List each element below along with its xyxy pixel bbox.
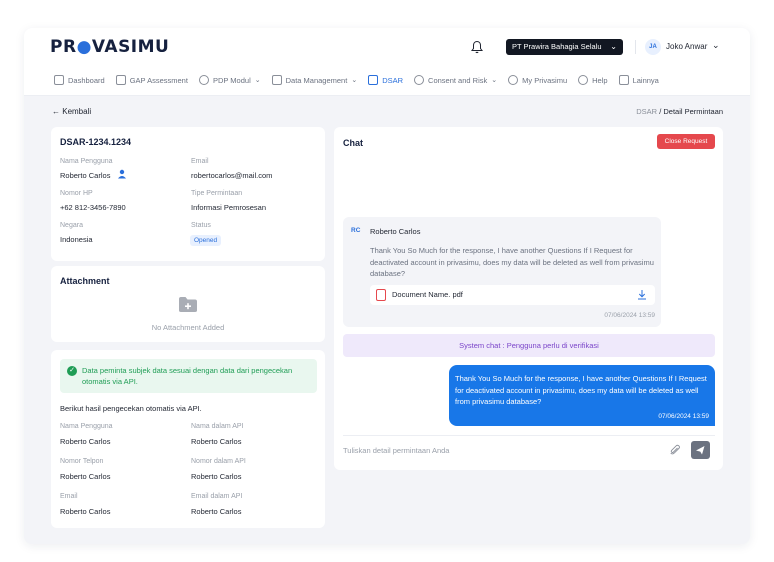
check-value: Roberto Carlos xyxy=(60,437,111,446)
breadcrumb-separator: / xyxy=(659,107,662,116)
info-icon xyxy=(414,75,425,85)
arrow-left-icon: ← xyxy=(52,107,60,116)
help-icon xyxy=(578,75,589,85)
nav-help[interactable]: Help xyxy=(578,73,608,87)
user-avatar[interactable]: JA xyxy=(645,39,661,55)
key-logo-icon: ● xyxy=(76,37,92,57)
header-divider xyxy=(635,40,636,54)
api-verification-card: ✓ Data peminta subjek data sesuai dengan… xyxy=(51,350,325,528)
no-attachment-text: No Attachment Added xyxy=(151,323,225,332)
incoming-message-text: Thank You So Much for the response, I ha… xyxy=(370,246,654,278)
app-window: PR●VASIMU PT Prawira Bahagia Selalu ⌄ JA… xyxy=(24,28,750,544)
gap-icon xyxy=(115,75,126,85)
email-label: Email xyxy=(191,158,209,165)
nav-gap-assessment[interactable]: GAP Assessment xyxy=(115,73,188,87)
check-value: Roberto Carlos xyxy=(60,472,111,481)
outgoing-message-text: Thank You So Much for the response, I ha… xyxy=(455,374,707,406)
dashboard-icon xyxy=(54,75,64,85)
check-api-label: Email dalam API xyxy=(191,493,243,500)
nav-my-privasimu[interactable]: My Privasimu xyxy=(508,73,567,87)
paperclip-icon[interactable] xyxy=(669,444,681,456)
sender-avatar: RC xyxy=(351,227,361,234)
breadcrumb-dsar[interactable]: DSAR xyxy=(636,107,657,116)
check-circle-icon: ✓ xyxy=(67,366,77,376)
user-name[interactable]: Joko Anwar xyxy=(666,42,707,51)
chat-title: Chat xyxy=(343,138,363,148)
nav-dashboard[interactable]: Dashboard xyxy=(54,73,105,87)
verification-success-alert: ✓ Data peminta subjek data sesuai dengan… xyxy=(60,359,317,393)
verification-intro: Berikut hasil pengecekan otomatis via AP… xyxy=(60,404,202,413)
send-button[interactable] xyxy=(691,441,710,459)
status-label: Status xyxy=(191,222,211,229)
country-value: Indonesia xyxy=(60,235,93,244)
phone-label: Nomor HP xyxy=(60,190,93,197)
close-request-button[interactable]: Close Request xyxy=(657,134,715,149)
check-label: Nama Pengguna xyxy=(60,423,113,430)
company-name: PT Prawira Bahagia Selalu xyxy=(512,42,602,51)
check-api-value: Roberto Carlos xyxy=(191,437,242,446)
chat-message-input[interactable] xyxy=(343,442,673,458)
check-api-value: Roberto Carlos xyxy=(191,507,242,516)
nav-pdp-modul[interactable]: PDP Modul ⌄ xyxy=(198,73,261,87)
system-chat-message: System chat : Pengguna perlu di verifika… xyxy=(343,334,715,357)
nav-consent-and-risk[interactable]: Consent and Risk ⌄ xyxy=(414,73,497,87)
message-attachment[interactable]: Document Name. pdf xyxy=(370,285,655,305)
main-nav: Dashboard GAP Assessment PDP Modul ⌄ Data… xyxy=(54,73,670,87)
back-link[interactable]: ← Kembali xyxy=(52,107,91,116)
id-card-icon xyxy=(368,75,379,85)
attachment-title: Attachment xyxy=(60,276,110,286)
send-icon xyxy=(696,446,705,455)
chat-composer xyxy=(343,435,715,463)
status-badge: Opened xyxy=(190,235,222,246)
outgoing-message: Thank You So Much for the response, I ha… xyxy=(449,365,715,426)
check-api-label: Nama dalam API xyxy=(191,423,244,430)
chevron-down-icon: ⌄ xyxy=(254,77,261,84)
request-id: DSAR-1234.1234 xyxy=(60,137,132,147)
user-menu-chevron-icon[interactable]: ⌄ xyxy=(712,40,720,51)
person-verified-icon xyxy=(118,169,126,179)
chevron-down-icon: ⌄ xyxy=(351,77,358,84)
breadcrumb-current: Detail Permintaan xyxy=(663,107,723,116)
folder-icon xyxy=(271,75,282,85)
type-value: Informasi Pemrosesan xyxy=(191,203,267,212)
incoming-message: RC Roberto Carlos Thank You So Much for … xyxy=(343,217,661,327)
country-label: Negara xyxy=(60,222,83,229)
nav-dsar[interactable]: DSAR xyxy=(368,73,403,87)
request-info-card: DSAR-1234.1234 Nama Pengguna Roberto Car… xyxy=(51,127,325,261)
chevron-down-icon: ⌄ xyxy=(491,77,498,84)
check-api-value: Roberto Carlos xyxy=(191,472,242,481)
privasimu-logo[interactable]: PR●VASIMU xyxy=(50,37,169,57)
company-selector[interactable]: PT Prawira Bahagia Selalu ⌄ xyxy=(506,39,623,55)
check-label: Nomor Telpon xyxy=(60,458,104,465)
email-value: robertocarlos@mail.com xyxy=(191,171,273,180)
nav-data-management[interactable]: Data Management ⌄ xyxy=(271,73,358,87)
pdf-file-icon xyxy=(376,289,386,301)
sender-name: Roberto Carlos xyxy=(370,227,421,236)
folder-add-icon xyxy=(179,297,197,312)
attachment-name: Document Name. pdf xyxy=(392,290,463,299)
chat-panel: Chat Close Request RC Roberto Carlos Tha… xyxy=(334,127,723,470)
nav-lainnya[interactable]: Lainnya xyxy=(618,73,659,87)
shield-icon xyxy=(198,75,209,85)
verification-notice: Data peminta subjek data sesuai dengan d… xyxy=(82,366,293,386)
name-value: Roberto Carlos xyxy=(60,171,111,180)
check-api-label: Nomor dalam API xyxy=(191,458,246,465)
download-icon[interactable] xyxy=(637,289,647,300)
outgoing-timestamp: 07/06/2024 13:59 xyxy=(658,413,709,420)
top-header: PR●VASIMU PT Prawira Bahagia Selalu ⌄ JA… xyxy=(24,28,750,96)
check-value: Roberto Carlos xyxy=(60,507,111,516)
phone-value: +62 812-3456-7890 xyxy=(60,203,126,212)
name-label: Nama Pengguna xyxy=(60,158,113,165)
type-label: Tipe Permintaan xyxy=(191,190,243,197)
chevron-down-icon: ⌄ xyxy=(610,42,617,51)
attachment-card: Attachment No Attachment Added xyxy=(51,266,325,342)
bell-icon[interactable] xyxy=(471,40,483,54)
user-icon xyxy=(508,75,519,85)
check-label: Email xyxy=(60,493,78,500)
breadcrumb: DSAR / Detail Permintaan xyxy=(636,107,723,116)
incoming-timestamp: 07/06/2024 13:59 xyxy=(604,312,655,319)
grid-icon xyxy=(618,75,629,85)
